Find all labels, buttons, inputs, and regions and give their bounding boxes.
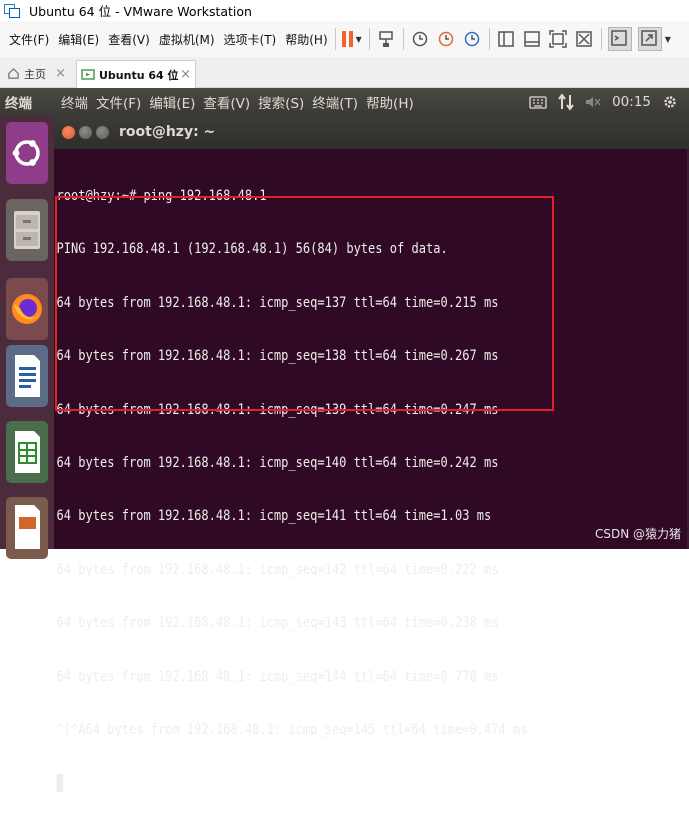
pause-button[interactable]: ▼ [341, 27, 362, 51]
chevron-down-icon[interactable]: ▼ [665, 35, 671, 44]
launcher-files[interactable] [6, 199, 48, 261]
console-view-button[interactable] [607, 27, 632, 51]
file-cabinet-icon [14, 211, 40, 249]
stretch-icon [637, 27, 662, 51]
panel-menu-terminal-t[interactable]: 终端(T) [312, 92, 358, 112]
terminal-line: 64 bytes from 192.168.48.1: icmp_seq=142… [56, 561, 499, 578]
snapshot-manager-button[interactable] [462, 27, 482, 51]
toolbar-separator [368, 28, 370, 50]
vmware-tabbar: 主页 × Ubuntu 64 位 × [0, 57, 689, 88]
ubuntu-logo-icon [12, 140, 40, 166]
menu-file[interactable]: 文件(F) [9, 31, 49, 48]
launcher-libreoffice-calc[interactable] [6, 421, 48, 483]
keyboard-icon[interactable] [529, 94, 547, 110]
thumbnail-icon [524, 31, 540, 47]
cursor-line [54, 773, 581, 794]
panel-clock[interactable]: 00:15 [612, 94, 651, 110]
tab-home[interactable]: 主页 × [4, 61, 70, 86]
tab-ubuntu[interactable]: Ubuntu 64 位 × [76, 60, 196, 88]
text-cursor [56, 774, 64, 793]
csdn-watermark: CSDN @猿力猪 [594, 527, 681, 541]
panel-menu-terminal[interactable]: 终端 [61, 92, 88, 112]
minimize-window-button[interactable] [79, 126, 92, 139]
active-app-name: 终端 [5, 96, 32, 112]
manage-clock-icon [464, 31, 480, 47]
volume-muted-icon[interactable] [585, 95, 601, 109]
send-ctrl-alt-del-button[interactable] [376, 27, 396, 51]
clock-icon [412, 31, 428, 47]
launcher-firefox[interactable] [6, 278, 48, 340]
menu-view[interactable]: 查看(V) [108, 31, 150, 48]
toolbar-separator [488, 28, 490, 50]
menu-tabs[interactable]: 选项卡(T) [224, 31, 277, 48]
vm-icon [81, 68, 95, 80]
firefox-icon [12, 294, 42, 324]
revert-snapshot-button[interactable] [436, 27, 456, 51]
sidebar-toggle-button[interactable] [496, 27, 516, 51]
tab-home-label: 主页 [24, 67, 46, 81]
revert-clock-icon [438, 31, 454, 47]
maximize-window-button[interactable] [96, 126, 109, 139]
toolbar-separator [402, 28, 404, 50]
menu-vm[interactable]: 虚拟机(M) [159, 31, 215, 48]
unity-button[interactable] [574, 27, 594, 51]
thumbnail-bar-button[interactable] [522, 27, 542, 51]
panel-menu-file[interactable]: 文件(F) [96, 92, 141, 112]
unity-icon [576, 31, 592, 47]
vmware-logo-icon [4, 4, 20, 18]
terminal-line: ^[^A64 bytes from 192.168.48.1: icmp_seq… [56, 721, 528, 738]
panel-menu-view[interactable]: 查看(V) [203, 92, 250, 112]
home-icon [8, 68, 19, 79]
highlight-annotation-box [55, 196, 554, 411]
fullscreen-icon [549, 30, 567, 48]
close-icon[interactable]: × [180, 67, 191, 82]
terminal-icon [607, 27, 632, 51]
launcher-libreoffice-writer[interactable] [6, 345, 48, 407]
panel-menu-help[interactable]: 帮助(H) [366, 92, 414, 112]
stretch-button[interactable]: ▼ [637, 27, 671, 51]
launcher-libreoffice-impress[interactable] [6, 497, 48, 559]
dash-button[interactable] [6, 122, 48, 184]
panel-indicators: 00:15 [529, 88, 689, 116]
menu-edit[interactable]: 编辑(E) [58, 31, 99, 48]
writer-document-icon [15, 355, 40, 397]
snapshot-button[interactable] [410, 27, 430, 51]
tab-ubuntu-label: Ubuntu 64 位 [99, 68, 179, 82]
pause-icon [341, 31, 353, 47]
terminal-line: 64 bytes from 192.168.48.1: icmp_seq=141… [56, 508, 492, 525]
ubuntu-launcher [0, 116, 54, 559]
toolbar-separator [600, 28, 602, 50]
panel-menu-search[interactable]: 搜索(S) [258, 92, 304, 112]
sidebar-icon [498, 31, 514, 47]
terminal-line: 64 bytes from 192.168.48.1: icmp_seq=140… [56, 454, 499, 471]
toolbar-separator [334, 28, 336, 50]
network-arrows-icon[interactable] [558, 93, 574, 111]
network-icon [379, 31, 393, 47]
window-titlebar: Ubuntu 64 位 - VMware Workstation [0, 0, 689, 21]
gear-icon[interactable] [662, 94, 678, 110]
window-title: Ubuntu 64 位 - VMware Workstation [29, 4, 252, 19]
impress-presentation-icon [15, 505, 40, 549]
calc-spreadsheet-icon [15, 431, 40, 473]
full-screen-button[interactable] [548, 27, 568, 51]
panel-menu-edit[interactable]: 编辑(E) [149, 92, 195, 112]
terminal-titlebar[interactable]: root@hzy: ~ [54, 116, 689, 149]
terminal-title: root@hzy: ~ [119, 124, 216, 140]
terminal-line: 64 bytes from 192.168.48.1: icmp_seq=144… [56, 668, 499, 685]
terminal-line: 64 bytes from 192.168.48.1: icmp_seq=143… [56, 615, 499, 632]
close-icon[interactable]: × [55, 66, 66, 81]
vmware-menubar: 文件(F) 编辑(E) 查看(V) 虚拟机(M) 选项卡(T) 帮助(H) ▼ [0, 21, 689, 58]
ubuntu-top-panel: 终端 终端 文件(F) 编辑(E) 查看(V) 搜索(S) 终端(T) 帮助(H… [0, 88, 689, 116]
close-window-button[interactable] [62, 126, 75, 139]
chevron-down-icon[interactable]: ▼ [356, 35, 362, 44]
menu-help[interactable]: 帮助(H) [285, 31, 327, 48]
